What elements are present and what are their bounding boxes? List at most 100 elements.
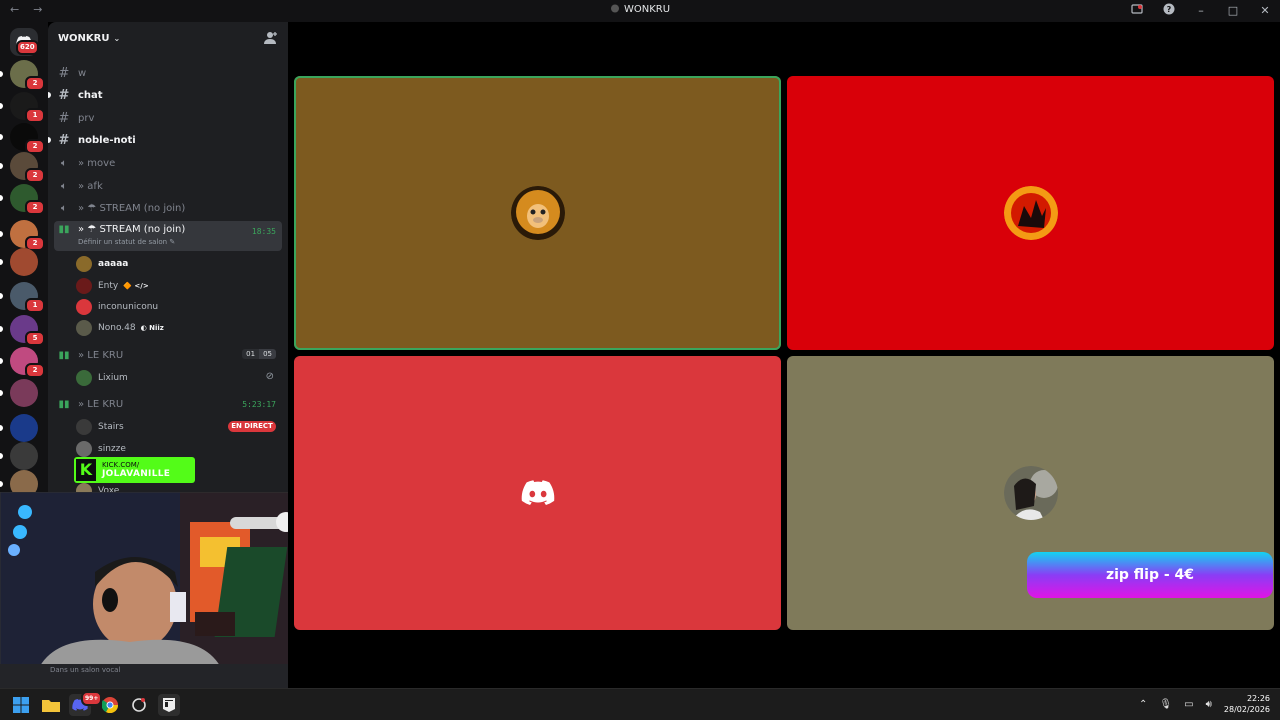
- streamer-webcam: [0, 492, 309, 666]
- kick-overlay: K KICK.COM/ JOLAVANILLE: [74, 457, 195, 483]
- speaker-icon: 🔈︎: [61, 180, 67, 192]
- inbox-icon[interactable]: [1130, 3, 1144, 18]
- server-unread-pill: [0, 326, 3, 332]
- server-icon[interactable]: [10, 442, 38, 470]
- user-count: 01: [242, 349, 260, 359]
- username: Stairs: [98, 422, 124, 432]
- avatar: [76, 278, 92, 294]
- username: Nono.48: [98, 323, 136, 333]
- channel-label: » move: [78, 157, 116, 169]
- hashtag-icon: #: [58, 65, 70, 81]
- network-icon[interactable]: ▭: [1184, 699, 1193, 710]
- windows-taskbar: 99+ ⌃ 🎙︎ ▭ 🔊︎ 22:26 28/02/2026: [0, 688, 1280, 720]
- server-unread-pill: [0, 134, 3, 140]
- system-tray: ⌃ 🎙︎ ▭ 🔊︎ 22:26 28/02/2026: [1139, 693, 1270, 715]
- voice-user[interactable]: sinzze: [76, 439, 126, 459]
- server-unread-pill: [0, 231, 3, 237]
- start-button[interactable]: [10, 694, 32, 716]
- channel-w[interactable]: # w: [54, 63, 282, 83]
- channel-noble-noti[interactable]: # noble-noti: [48, 130, 282, 150]
- taskbar-epic-games[interactable]: [158, 694, 180, 716]
- monkey-avatar-icon: [510, 186, 565, 240]
- channel-status-prompt[interactable]: Définir un statut de salon ✎: [78, 238, 175, 246]
- username: Lixium: [98, 373, 128, 383]
- close-icon[interactable]: ✕: [1258, 4, 1272, 17]
- windows-logo-icon: [13, 697, 29, 713]
- window-title: WONKRU: [0, 4, 1280, 15]
- chrome-icon: [102, 697, 118, 713]
- microphone-icon[interactable]: 🎙︎: [1159, 699, 1172, 710]
- avatar: [76, 299, 92, 315]
- voice-channel-le-kru-2[interactable]: ▮▮ » LE KRU 5:23:17: [54, 394, 282, 414]
- avatar: [76, 419, 92, 435]
- tile-aaaaa[interactable]: [294, 76, 781, 350]
- voice-channel-move[interactable]: 🔈︎ » move: [54, 153, 282, 173]
- minimize-icon[interactable]: –: [1194, 4, 1208, 17]
- taskbar-discord[interactable]: 99+: [69, 691, 103, 716]
- voice-channel-stream-1[interactable]: 🔈︎ » ☂ STREAM (no join): [54, 198, 282, 218]
- speaker-icon: 🔈︎: [61, 202, 67, 214]
- channel-label: chat: [78, 89, 103, 101]
- invite-people-icon[interactable]: [264, 31, 278, 45]
- voice-active-icon: ▮▮: [58, 398, 70, 410]
- maximize-icon[interactable]: □: [1226, 4, 1240, 17]
- home-unread-badge: 620: [16, 40, 39, 55]
- server-unread-pill: [0, 163, 3, 169]
- username: inconuniconu: [98, 302, 159, 312]
- guild-header[interactable]: WONKRU ⌄: [48, 22, 288, 54]
- voice-channel-le-kru-1[interactable]: ▮▮ » LE KRU 01 05: [54, 345, 282, 365]
- server-unread-pill: [0, 71, 3, 77]
- server-icon[interactable]: [10, 414, 38, 442]
- clock-date: 28/02/2026: [1223, 705, 1270, 714]
- voice-channel-stream-2[interactable]: ▮▮ » ☂ STREAM (no join) 18:35 Définir un…: [54, 221, 282, 251]
- promo-banner: zip flip - 4€: [1027, 552, 1273, 598]
- kick-logo-icon: K: [76, 459, 96, 481]
- voice-status-text: Dans un salon vocal: [50, 666, 121, 674]
- help-icon[interactable]: ?: [1162, 3, 1176, 18]
- server-badge: 2: [25, 200, 45, 215]
- voice-user[interactable]: Stairs: [76, 417, 124, 437]
- title-bar: ← → WONKRU ? – □ ✕: [0, 0, 1280, 22]
- voice-user[interactable]: inconuniconu: [76, 297, 158, 317]
- taskbar-file-explorer[interactable]: [40, 694, 62, 716]
- voice-timer: 5:23:17: [242, 400, 276, 409]
- tile-enty[interactable]: [787, 76, 1274, 350]
- avatar: [76, 256, 92, 272]
- voice-user[interactable]: Enty 🔶 </>: [76, 276, 149, 296]
- voice-user[interactable]: Nono.48 ◐ Niiz: [76, 318, 164, 338]
- user-limit-counter: 01 05: [242, 349, 276, 359]
- taskbar-app-circle[interactable]: [128, 694, 150, 716]
- tile-inconuniconu[interactable]: [294, 356, 781, 630]
- voice-channel-afk[interactable]: 🔈︎ » afk: [54, 176, 282, 196]
- channel-label: » ☂ STREAM (no join): [78, 224, 186, 235]
- server-badge: 2: [25, 76, 45, 91]
- volume-icon[interactable]: 🔊︎: [1206, 699, 1212, 710]
- server-icon[interactable]: [10, 379, 38, 407]
- unread-indicator: [48, 92, 51, 98]
- server-unread-pill: [0, 358, 3, 364]
- deafened-icon: ⊘: [265, 371, 274, 382]
- voice-user-lixium[interactable]: Lixium: [76, 368, 128, 388]
- voice-active-icon: ▮▮: [58, 224, 70, 235]
- channel-prv[interactable]: # prv: [54, 108, 282, 128]
- voice-status-bar: Dans un salon vocal: [0, 664, 288, 688]
- guild-name: WONKRU: [58, 32, 110, 44]
- username: sinzze: [98, 444, 126, 454]
- server-unread-pill: [0, 390, 3, 396]
- server-unread-pill: [0, 425, 3, 431]
- taskbar-chrome[interactable]: [99, 694, 121, 716]
- clock-time: 22:26: [1246, 694, 1270, 703]
- server-unread-pill: [0, 293, 3, 299]
- voice-user[interactable]: aaaaa: [76, 254, 128, 274]
- live-badge: EN DIRECT: [228, 421, 276, 432]
- chevron-up-icon[interactable]: ⌃: [1139, 699, 1147, 710]
- server-unread-pill: [0, 195, 3, 201]
- clock[interactable]: 22:26 28/02/2026: [1224, 693, 1270, 715]
- server-icon[interactable]: [10, 248, 38, 276]
- server-logo-icon: [610, 4, 619, 13]
- hashtag-icon: #: [58, 87, 70, 103]
- hashtag-icon: #: [58, 110, 70, 126]
- channel-label: w: [78, 67, 87, 79]
- server-badge: 2: [25, 168, 45, 183]
- channel-chat[interactable]: # chat: [48, 85, 282, 105]
